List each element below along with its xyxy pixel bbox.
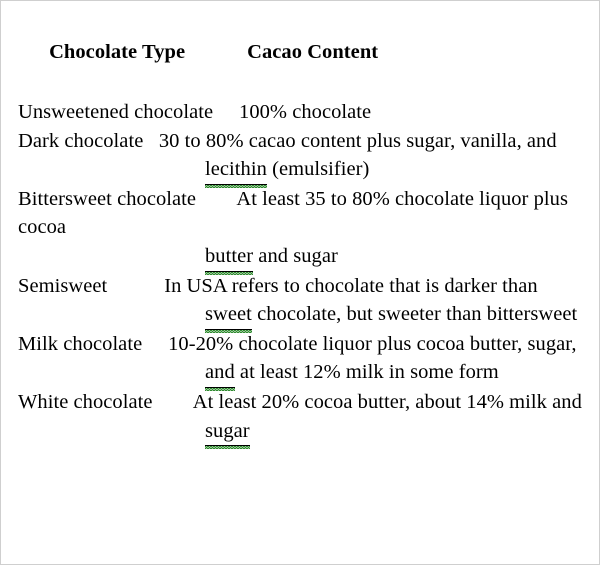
text-segment: at least 12% milk in some form <box>234 361 499 384</box>
text-segment: Unsweetened chocolate 100% chocolate <box>18 101 372 123</box>
table-header-row: Chocolate Type Cacao Content <box>1 7 599 98</box>
line-semisweet-2: sweet chocolate, but sweeter than bitter… <box>1 300 599 333</box>
column-header-cacao-content: Cacao Content <box>247 41 379 63</box>
line-dark-1: Dark chocolate 30 to 80% cacao content p… <box>1 127 599 156</box>
text-segment: Dark chocolate 30 to 80% cacao content p… <box>18 129 557 152</box>
line-semisweet-1: Semisweet In USA refers to chocolate tha… <box>1 272 599 301</box>
document-lines: Unsweetened chocolate 100% chocolate Dark… <box>1 98 599 449</box>
line-bittersweet-1: Bittersweet chocolate At least 35 to 80%… <box>1 185 599 242</box>
text-segment: and sugar <box>253 244 338 267</box>
document-page: Chocolate Type Cacao Content Unsweetened … <box>0 0 600 565</box>
document-body: Chocolate Type Cacao Content Unsweetened … <box>1 1 599 449</box>
text-segment: White chocolate At least 20% cocoa butte… <box>18 390 582 413</box>
spellcheck-word[interactable]: sweet <box>205 300 252 333</box>
spellcheck-word[interactable]: lecithin <box>205 155 267 188</box>
line-bittersweet-2: butter and sugar <box>1 242 599 275</box>
text-segment: Milk chocolate 10-20% chocolate liquor p… <box>18 332 577 355</box>
column-header-chocolate-type: Chocolate Type <box>49 41 186 63</box>
spellcheck-word[interactable]: butter <box>205 242 254 275</box>
text-segment: Semisweet In USA refers to chocolate tha… <box>18 274 538 297</box>
spellcheck-word[interactable]: and <box>205 358 235 391</box>
text-segment: Bittersweet chocolate At least 35 to 80%… <box>18 187 574 239</box>
line-unsweetened: Unsweetened chocolate 100% chocolate <box>1 98 599 127</box>
text-segment: chocolate, but sweeter than bittersweet <box>251 303 578 326</box>
text-segment: (emulsifier) <box>266 158 370 181</box>
line-dark-2: lecithin (emulsifier) <box>1 155 599 188</box>
line-white-1: White chocolate At least 20% cocoa butte… <box>1 388 599 417</box>
spellcheck-word[interactable]: sugar <box>205 417 250 449</box>
line-milk-2: and at least 12% milk in some form <box>1 358 599 391</box>
line-white-2: sugar <box>1 417 599 449</box>
line-milk-1: Milk chocolate 10-20% chocolate liquor p… <box>1 330 599 359</box>
